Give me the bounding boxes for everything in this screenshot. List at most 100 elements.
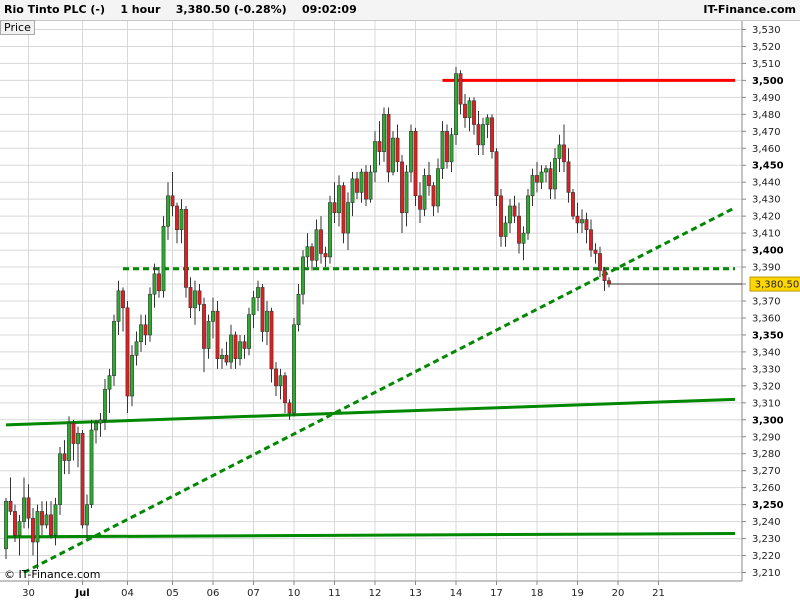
candle-body <box>449 134 454 163</box>
x-tick-label: 17 <box>490 588 503 599</box>
y-tick-label: 3,300 <box>752 415 784 426</box>
candle-body <box>341 185 346 234</box>
candle-body <box>575 215 580 224</box>
candle-body <box>143 324 148 336</box>
candle <box>184 205 188 298</box>
candle-body <box>445 131 449 163</box>
candle-body <box>206 321 211 349</box>
candle-body <box>386 114 391 173</box>
candle <box>386 107 391 183</box>
last-price: 3,380.50 (-0.28%) <box>175 3 287 16</box>
y-tick-label: 3,460 <box>752 144 781 155</box>
y-tick-label: 3,500 <box>752 76 784 87</box>
candle-body <box>584 219 589 231</box>
x-tick-label: 07 <box>247 588 260 599</box>
candle-body <box>427 175 431 186</box>
candle <box>89 419 94 509</box>
candle-body <box>530 175 535 197</box>
candle-body <box>562 144 566 163</box>
y-tick-label: 3,290 <box>752 432 781 443</box>
y-tick-label: 3,430 <box>752 195 781 206</box>
y-tick-label: 3,250 <box>752 500 784 511</box>
current-price-label: 3,380.50 <box>755 280 800 291</box>
x-tick-label: 04 <box>121 588 134 599</box>
candle-body <box>8 500 13 512</box>
price-tab[interactable]: Price <box>0 20 35 35</box>
candle-body <box>418 195 422 210</box>
candle-body <box>319 229 323 254</box>
candle-body <box>566 161 571 193</box>
candle-body <box>598 253 602 271</box>
candle-body <box>328 202 332 258</box>
interval: 1 hour <box>120 3 161 16</box>
candle-body <box>413 131 418 197</box>
candle-body <box>112 321 116 376</box>
candle-body <box>260 287 265 332</box>
candle-body <box>422 175 427 210</box>
candle-body <box>17 521 22 536</box>
candle-body <box>400 161 404 214</box>
candle-body <box>508 205 512 224</box>
candle-body <box>53 504 58 536</box>
candle-body <box>323 253 328 258</box>
candle-body <box>503 222 508 237</box>
candle-body <box>40 511 44 526</box>
x-tick-label: 06 <box>207 588 220 599</box>
y-tick-label: 3,350 <box>752 330 784 341</box>
candle <box>413 127 418 206</box>
candle-body <box>193 290 197 309</box>
price-chart[interactable]: 3,210 3,220 3,230 3,240 3,250 3,260 3,270 3,280… <box>0 0 800 600</box>
candle-body <box>472 100 476 125</box>
candle-body <box>314 229 319 261</box>
y-tick-label: 3,480 <box>752 110 781 121</box>
candle-body <box>512 205 517 217</box>
candle-body <box>148 293 152 336</box>
candle-body <box>332 202 337 214</box>
candle-body <box>359 171 364 193</box>
y-tick-label: 3,510 <box>752 59 781 70</box>
candle-body <box>98 419 103 424</box>
candle-body <box>296 293 301 326</box>
candle-body <box>116 290 121 322</box>
candle-body <box>589 229 593 251</box>
candle-body <box>571 192 575 217</box>
candle-body <box>310 246 314 261</box>
y-tick-label: 3,330 <box>752 364 781 375</box>
candle-body <box>490 117 494 152</box>
candle-body <box>179 209 184 231</box>
candle-body <box>215 310 220 359</box>
candle <box>328 195 332 264</box>
candle-body <box>580 219 584 224</box>
candle-body <box>278 375 283 387</box>
candle <box>112 314 116 386</box>
candle-body <box>49 514 53 536</box>
candle-body <box>130 355 134 397</box>
timestamp: 09:02:09 <box>302 3 357 16</box>
x-tick-label: 19 <box>571 588 584 599</box>
candle-body <box>404 171 409 214</box>
candle <box>125 301 130 413</box>
y-tick-label: 3,440 <box>752 178 781 189</box>
candle-body <box>13 511 17 536</box>
candle-body <box>337 185 341 214</box>
chart-header: Rio Tinto PLC (-) 1 hour 3,380.50 (-0.28… <box>0 0 800 21</box>
x-tick-label: Jul <box>74 588 89 599</box>
y-tick-label: 3,360 <box>752 313 781 324</box>
candle-body <box>26 497 31 519</box>
candle-body <box>35 511 40 543</box>
candle-body <box>121 290 125 309</box>
candle-body <box>103 388 107 421</box>
candle-body <box>175 205 179 231</box>
y-tick-label: 3,320 <box>752 381 781 392</box>
candle-body <box>499 195 503 237</box>
candle-body <box>238 341 242 359</box>
candle-body <box>62 453 67 461</box>
candle <box>490 114 494 159</box>
candle-body <box>220 355 224 359</box>
candle-body <box>152 273 157 295</box>
candle-body <box>557 144 562 159</box>
candle-body <box>305 246 310 258</box>
candle-body <box>346 202 350 234</box>
candle-body <box>517 215 521 244</box>
candle-body <box>521 232 526 244</box>
